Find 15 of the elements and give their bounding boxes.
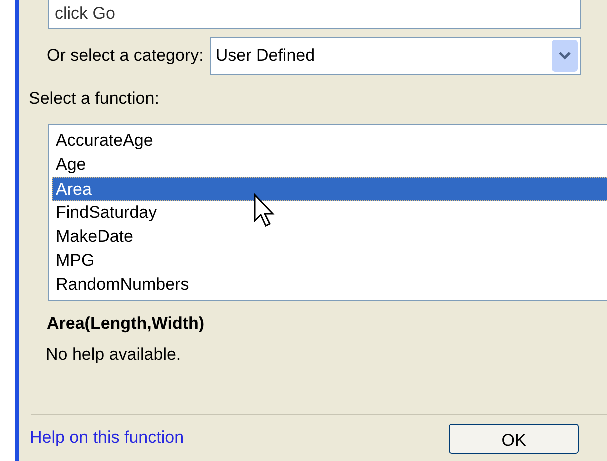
ok-button[interactable]: OK	[449, 424, 579, 454]
function-signature: Area(Length,Width)	[47, 312, 205, 335]
category-dropdown[interactable]: User Defined	[210, 37, 581, 75]
search-field[interactable]: click Go	[48, 0, 581, 29]
function-list-item[interactable]: AccurateAge	[52, 128, 607, 152]
function-description: No help available.	[46, 344, 182, 366]
function-list-label: Select a function:	[29, 88, 160, 110]
function-list-item[interactable]: RandomNumbers	[52, 272, 607, 296]
function-list-item[interactable]: Age	[52, 152, 607, 176]
function-list-item[interactable]: MPG	[52, 248, 607, 272]
function-list-item[interactable]: MakeDate	[52, 224, 607, 248]
function-list-item[interactable]: Area	[52, 176, 607, 200]
help-link[interactable]: Help on this function	[30, 428, 184, 446]
category-label: Or select a category:	[47, 45, 204, 68]
function-list-item[interactable]: FindSaturday	[52, 200, 607, 224]
